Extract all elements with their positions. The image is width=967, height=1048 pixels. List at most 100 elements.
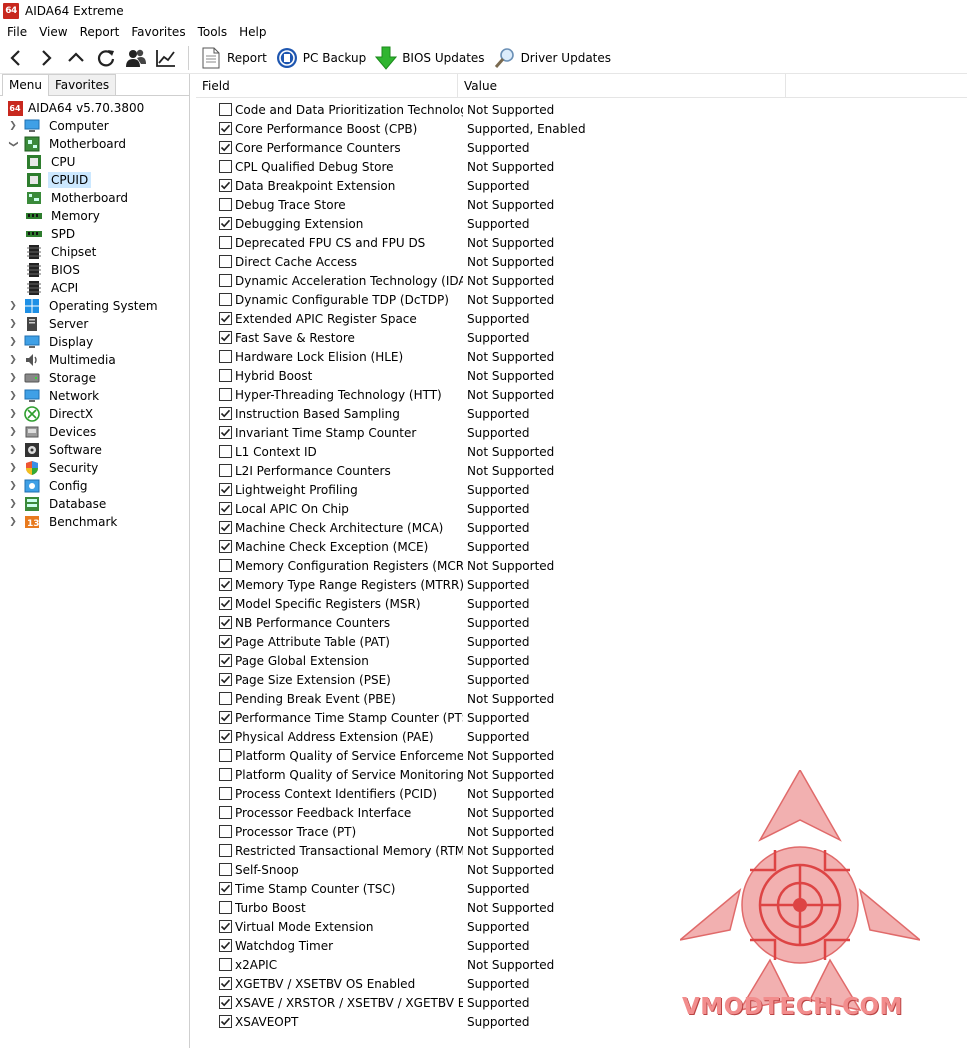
tree-root[interactable]: 64 AIDA64 v5.70.3800 — [0, 99, 189, 117]
expand-icon[interactable]: ❯ — [8, 481, 18, 491]
table-row[interactable]: Machine Check Exception (MCE) Supported — [196, 537, 967, 556]
expand-icon[interactable]: ❯ — [8, 463, 18, 473]
tree-item-spd[interactable]: SPD — [0, 225, 189, 243]
expand-icon[interactable]: ❯ — [8, 517, 18, 527]
table-row[interactable]: Platform Quality of Service Enforcemen..… — [196, 746, 967, 765]
up-icon[interactable] — [62, 44, 90, 72]
table-row[interactable]: L1 Context ID Not Supported — [196, 442, 967, 461]
table-row[interactable]: Data Breakpoint Extension Supported — [196, 176, 967, 195]
table-row[interactable]: Fast Save & Restore Supported — [196, 328, 967, 347]
users-icon[interactable] — [122, 44, 150, 72]
column-header-value[interactable]: Value — [458, 73, 786, 98]
table-row[interactable]: Watchdog Timer Supported — [196, 936, 967, 955]
menu-help[interactable]: Help — [233, 25, 272, 39]
table-row[interactable]: Platform Quality of Service Monitoring (… — [196, 765, 967, 784]
table-row[interactable]: Self-Snoop Not Supported — [196, 860, 967, 879]
table-row[interactable]: Machine Check Architecture (MCA) Supporte… — [196, 518, 967, 537]
table-row[interactable]: Lightweight Profiling Supported — [196, 480, 967, 499]
tree-item-multimedia[interactable]: ❯ Multimedia — [0, 351, 189, 369]
collapse-icon[interactable]: ❯ — [8, 139, 18, 149]
tree-item-memory[interactable]: Memory — [0, 207, 189, 225]
expand-icon[interactable]: ❯ — [8, 337, 18, 347]
table-row[interactable]: Physical Address Extension (PAE) Supporte… — [196, 727, 967, 746]
table-row[interactable]: x2APIC Not Supported — [196, 955, 967, 974]
expand-icon[interactable]: ❯ — [8, 409, 18, 419]
table-row[interactable]: Restricted Transactional Memory (RTM) Not… — [196, 841, 967, 860]
table-row[interactable]: Page Global Extension Supported — [196, 651, 967, 670]
forward-icon[interactable] — [32, 44, 60, 72]
table-row[interactable]: Direct Cache Access Not Supported — [196, 252, 967, 271]
tree-item-acpi[interactable]: ACPI — [0, 279, 189, 297]
chart-icon[interactable] — [152, 44, 180, 72]
table-row[interactable]: Extended APIC Register Space Supported — [196, 309, 967, 328]
table-row[interactable]: Time Stamp Counter (TSC) Supported — [196, 879, 967, 898]
bios-updates-button[interactable]: BIOS Updates — [372, 44, 490, 72]
back-icon[interactable] — [2, 44, 30, 72]
menu-view[interactable]: View — [33, 25, 73, 39]
table-row[interactable]: Processor Trace (PT) Not Supported — [196, 822, 967, 841]
tree-item-network[interactable]: ❯ Network — [0, 387, 189, 405]
pc-backup-button[interactable]: PC Backup — [273, 44, 372, 72]
tree-item-server[interactable]: ❯ Server — [0, 315, 189, 333]
table-row[interactable]: Pending Break Event (PBE) Not Supported — [196, 689, 967, 708]
driver-updates-button[interactable]: Driver Updates — [491, 44, 617, 72]
refresh-icon[interactable] — [92, 44, 120, 72]
tree-item-devices[interactable]: ❯ Devices — [0, 423, 189, 441]
expand-icon[interactable]: ❯ — [8, 499, 18, 509]
table-row[interactable]: Dynamic Configurable TDP (DcTDP) Not Supp… — [196, 290, 967, 309]
expand-icon[interactable]: ❯ — [8, 319, 18, 329]
table-row[interactable]: CPL Qualified Debug Store Not Supported — [196, 157, 967, 176]
tree-item-computer[interactable]: ❯ Computer — [0, 117, 189, 135]
table-row[interactable]: Invariant Time Stamp Counter Supported — [196, 423, 967, 442]
tree-item-operating-system[interactable]: ❯ Operating System — [0, 297, 189, 315]
tab-favorites[interactable]: Favorites — [47, 74, 117, 95]
tree-item-storage[interactable]: ❯ Storage — [0, 369, 189, 387]
tree-item-chipset[interactable]: Chipset — [0, 243, 189, 261]
tree-item-display[interactable]: ❯ Display — [0, 333, 189, 351]
table-row[interactable]: Debug Trace Store Not Supported — [196, 195, 967, 214]
table-row[interactable]: Core Performance Counters Supported — [196, 138, 967, 157]
table-row[interactable]: Processor Feedback Interface Not Supporte… — [196, 803, 967, 822]
table-row[interactable]: Page Size Extension (PSE) Supported — [196, 670, 967, 689]
menu-report[interactable]: Report — [74, 25, 126, 39]
table-row[interactable]: Memory Type Range Registers (MTRR) Suppor… — [196, 575, 967, 594]
table-row[interactable]: Instruction Based Sampling Supported — [196, 404, 967, 423]
expand-icon[interactable]: ❯ — [8, 445, 18, 455]
menu-favorites[interactable]: Favorites — [125, 25, 191, 39]
tree-item-software[interactable]: ❯ Software — [0, 441, 189, 459]
expand-icon[interactable]: ❯ — [8, 301, 18, 311]
table-row[interactable]: Model Specific Registers (MSR) Supported — [196, 594, 967, 613]
table-row[interactable]: XGETBV / XSETBV OS Enabled Supported — [196, 974, 967, 993]
tree-item-config[interactable]: ❯ Config — [0, 477, 189, 495]
table-row[interactable]: Hardware Lock Elision (HLE) Not Supported — [196, 347, 967, 366]
table-row[interactable]: Memory Configuration Registers (MCR) Not … — [196, 556, 967, 575]
tab-menu[interactable]: Menu — [2, 74, 49, 96]
menu-file[interactable]: File — [0, 25, 33, 39]
table-row[interactable]: Debugging Extension Supported — [196, 214, 967, 233]
tree-item-cpu[interactable]: CPU — [0, 153, 189, 171]
tree-item-motherboard[interactable]: ❯ Motherboard — [0, 135, 189, 153]
menu-tools[interactable]: Tools — [192, 25, 234, 39]
tree-item-bios[interactable]: BIOS — [0, 261, 189, 279]
tree-item-database[interactable]: ❯ Database — [0, 495, 189, 513]
table-row[interactable]: Turbo Boost Not Supported — [196, 898, 967, 917]
table-row[interactable]: Hybrid Boost Not Supported — [196, 366, 967, 385]
tree-item-motherboard-sub[interactable]: Motherboard — [0, 189, 189, 207]
table-row[interactable]: Performance Time Stamp Counter (PTSC) Sup… — [196, 708, 967, 727]
table-row[interactable]: L2I Performance Counters Not Supported — [196, 461, 967, 480]
table-row[interactable]: NB Performance Counters Supported — [196, 613, 967, 632]
column-header-field[interactable]: Field — [196, 73, 458, 98]
expand-icon[interactable]: ❯ — [8, 391, 18, 401]
table-row[interactable]: Code and Data Prioritization Technolog..… — [196, 100, 967, 119]
report-button[interactable]: Report — [197, 44, 273, 72]
expand-icon[interactable]: ❯ — [8, 355, 18, 365]
table-row[interactable]: Core Performance Boost (CPB) Supported, E… — [196, 119, 967, 138]
tree-item-cpuid[interactable]: CPUID — [0, 171, 189, 189]
expand-icon[interactable]: ❯ — [8, 121, 18, 131]
tree-item-benchmark[interactable]: ❯ 13 Benchmark — [0, 513, 189, 531]
table-row[interactable]: Hyper-Threading Technology (HTT) Not Supp… — [196, 385, 967, 404]
expand-icon[interactable]: ❯ — [8, 373, 18, 383]
table-row[interactable]: Local APIC On Chip Supported — [196, 499, 967, 518]
tree-item-security[interactable]: ❯ Security — [0, 459, 189, 477]
tree-item-directx[interactable]: ❯ DirectX — [0, 405, 189, 423]
